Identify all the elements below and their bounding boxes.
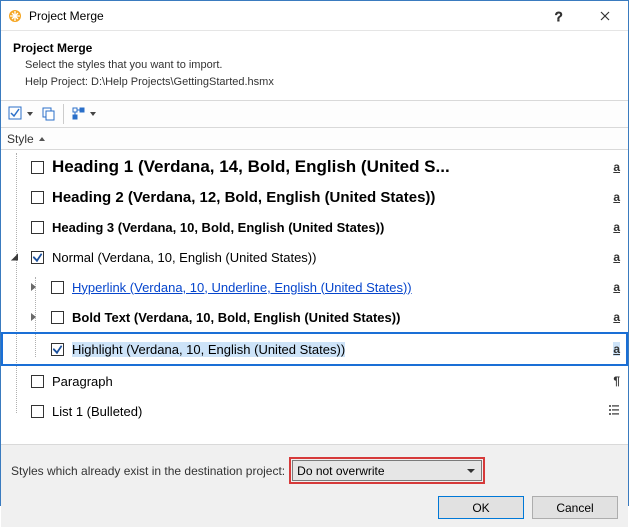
- instruction-panel: Project Merge Select the styles that you…: [1, 31, 628, 100]
- copy-button[interactable]: [37, 103, 61, 125]
- chevron-down-icon: [27, 112, 33, 116]
- toolbar: [1, 100, 628, 128]
- style-glyph: a: [606, 280, 620, 294]
- checkbox[interactable]: [31, 161, 44, 174]
- expand-toggle-icon[interactable]: [31, 283, 36, 291]
- style-tree: Heading 1 (Verdana, 14, Bold, English (U…: [1, 150, 628, 444]
- instruction-heading: Project Merge: [13, 41, 614, 55]
- style-label: Paragraph: [52, 374, 606, 389]
- select-icon-button[interactable]: [3, 103, 37, 125]
- instruction-line1: Select the styles that you want to impor…: [25, 57, 614, 74]
- style-row-heading1[interactable]: Heading 1 (Verdana, 14, Bold, English (U…: [1, 152, 628, 182]
- overwrite-value: Do not overwrite: [297, 464, 384, 478]
- overwrite-combo[interactable]: Do not overwrite: [292, 460, 482, 481]
- overwrite-combo-highlight: Do not overwrite: [289, 457, 485, 484]
- bulleted-list-icon: [606, 404, 620, 419]
- checkbox[interactable]: [51, 343, 64, 356]
- checkbox[interactable]: [31, 375, 44, 388]
- bottom-panel: Styles which already exist in the destin…: [1, 444, 628, 527]
- style-glyph: a: [606, 310, 620, 324]
- style-label: List 1 (Bulleted): [52, 404, 606, 419]
- style-row-normal[interactable]: Normal (Verdana, 10, English (United Sta…: [1, 242, 628, 272]
- pilcrow-icon: ¶: [606, 374, 620, 388]
- style-row-paragraph[interactable]: Paragraph ¶: [1, 366, 628, 396]
- style-row-highlight[interactable]: Highlight (Verdana, 10, English (United …: [1, 332, 628, 366]
- sort-ascending-icon: [39, 137, 45, 141]
- close-button[interactable]: [582, 1, 628, 30]
- cancel-button[interactable]: Cancel: [532, 496, 618, 519]
- chevron-down-icon: [90, 112, 96, 116]
- checkbox[interactable]: [31, 405, 44, 418]
- style-glyph: a: [606, 160, 620, 174]
- expand-toggle-icon[interactable]: [11, 254, 18, 261]
- style-row-list1[interactable]: List 1 (Bulleted): [1, 396, 628, 426]
- style-label: Normal (Verdana, 10, English (United Sta…: [52, 250, 606, 265]
- style-label: Highlight (Verdana, 10, English (United …: [72, 342, 606, 357]
- style-glyph: a: [606, 250, 620, 264]
- style-label: Hyperlink (Verdana, 10, Underline, Engli…: [72, 280, 606, 295]
- style-glyph: a: [606, 342, 620, 356]
- column-header-label: Style: [7, 132, 34, 146]
- chevron-down-icon: [467, 469, 475, 473]
- style-label: Heading 1 (Verdana, 14, Bold, English (U…: [52, 157, 606, 177]
- style-label: Heading 2 (Verdana, 12, Bold, English (U…: [52, 189, 606, 206]
- window-title: Project Merge: [29, 9, 536, 23]
- titlebar: Project Merge ?: [1, 1, 628, 31]
- ok-button[interactable]: OK: [438, 496, 524, 519]
- checkbox[interactable]: [31, 251, 44, 264]
- style-glyph: a: [606, 190, 620, 204]
- overwrite-label: Styles which already exist in the destin…: [11, 464, 285, 478]
- expand-toggle-icon[interactable]: [31, 313, 36, 321]
- style-label: Heading 3 (Verdana, 10, Bold, English (U…: [52, 220, 606, 235]
- instruction-line2: Help Project: D:\Help Projects\GettingSt…: [25, 74, 614, 91]
- style-label: Bold Text (Verdana, 10, Bold, English (U…: [72, 310, 606, 325]
- svg-text:?: ?: [555, 9, 562, 23]
- style-row-heading2[interactable]: Heading 2 (Verdana, 12, Bold, English (U…: [1, 182, 628, 212]
- app-icon: [7, 8, 23, 24]
- style-row-boldtext[interactable]: Bold Text (Verdana, 10, Bold, English (U…: [1, 302, 628, 332]
- checkbox[interactable]: [31, 191, 44, 204]
- style-row-heading3[interactable]: Heading 3 (Verdana, 10, Bold, English (U…: [1, 212, 628, 242]
- style-glyph: a: [606, 220, 620, 234]
- help-button[interactable]: ?: [536, 1, 582, 30]
- checkbox[interactable]: [51, 311, 64, 324]
- checkbox[interactable]: [51, 281, 64, 294]
- tree-options-button[interactable]: [66, 103, 100, 125]
- column-header[interactable]: Style: [1, 128, 628, 150]
- checkbox[interactable]: [31, 221, 44, 234]
- style-row-hyperlink[interactable]: Hyperlink (Verdana, 10, Underline, Engli…: [1, 272, 628, 302]
